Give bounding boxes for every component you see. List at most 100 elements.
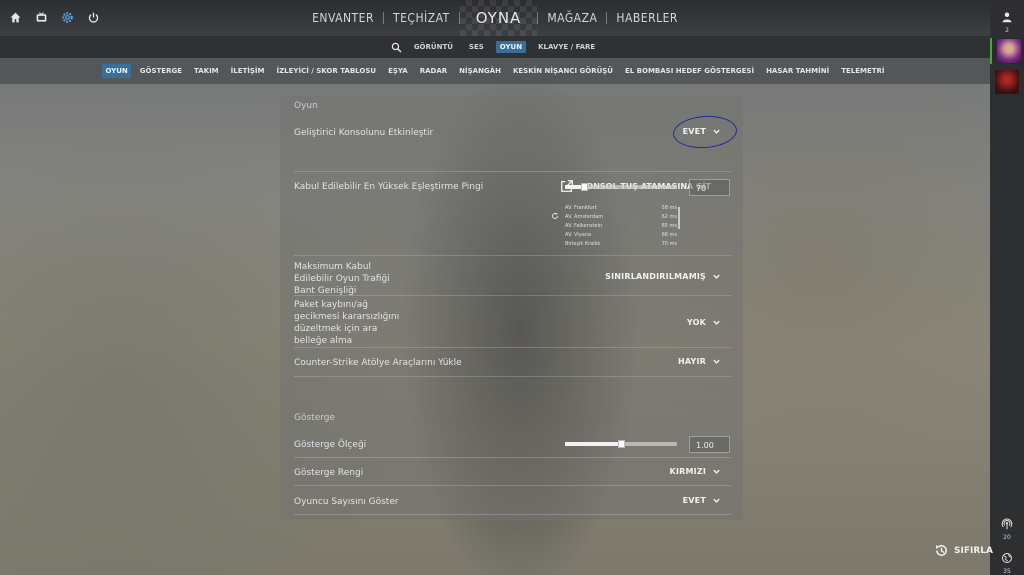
player-count-dropdown[interactable]: EVET [683, 496, 721, 505]
search-icon[interactable] [391, 38, 402, 57]
dropdown-value: EVET [682, 496, 706, 505]
refresh-icon[interactable] [551, 205, 559, 224]
dropdown-value: KIRMIZI [669, 467, 706, 476]
hud-scale-slider[interactable] [565, 440, 677, 448]
chevron-down-icon [713, 274, 720, 279]
tab-communication[interactable]: İLETİŞİM [228, 64, 268, 78]
dropdown-value: YOK [686, 318, 706, 327]
ping-list-scrollbar[interactable] [678, 207, 680, 229]
subnav-keyboard-mouse[interactable]: KLAVYE / FARE [534, 41, 599, 53]
dropdown-value: HAYIR [677, 357, 706, 366]
reset-label: SIFIRLA [954, 545, 993, 556]
workshop-row: Counter-Strike Atölye Araçlarını Yükle H… [294, 349, 731, 377]
broadcast-count: 20 [1003, 534, 1011, 541]
chevron-down-icon [713, 359, 720, 364]
buffering-label: Paket kaybını/ağ gecikmesi kararsızlığın… [294, 299, 399, 347]
player-count-row: Oyuncu Sayısını Göster EVET [294, 487, 731, 515]
main-nav: ENVANTER TEÇHİZAT OYNA MAĞAZA HABERLER [0, 0, 990, 36]
top-bar: ENVANTER TEÇHİZAT OYNA MAĞAZA HABERLER [0, 0, 990, 36]
list-item: AV. Viyana 66 ms [565, 231, 677, 240]
history-icon [935, 544, 947, 556]
tab-sniper-scope[interactable]: KESKİN NİŞANCI GÖRÜŞÜ [510, 64, 616, 78]
list-item: AV. Frankfurt 58 ms [565, 204, 677, 213]
ping-value-box[interactable]: 70 [689, 179, 730, 196]
nav-news[interactable]: HABERLER [607, 11, 687, 25]
friend-avatar-2[interactable] [995, 70, 1019, 94]
hud-color-row: Gösterge Rengi KIRMIZI [294, 459, 731, 486]
dev-console-row: Geliştirici Konsolunu Etkinleştir EVET K… [294, 119, 731, 192]
chevron-down-icon [713, 320, 720, 325]
hud-color-dropdown[interactable]: KIRMIZI [670, 467, 721, 476]
subnav-video[interactable]: GÖRÜNTÜ [410, 41, 457, 53]
server-name: Birleşik Krallık [565, 241, 601, 247]
tab-spectator-scoreboard[interactable]: İZLEYİCİ / SKOR TABLOSU [274, 64, 380, 78]
bandwidth-label: Maksimum Kabul Edilebilir Oyun Trafiği B… [294, 261, 390, 297]
tab-game[interactable]: OYUN [102, 64, 131, 78]
hud-scale-label: Gösterge Ölçeği [294, 440, 367, 450]
friend-avatar-1[interactable] [990, 38, 1024, 64]
tab-crosshair[interactable]: NİŞANGÂH [456, 64, 504, 78]
server-ping: 62 ms [661, 214, 677, 220]
server-name: AV. Viyana [565, 232, 592, 238]
tab-telemetry[interactable]: TELEMETRİ [838, 64, 887, 78]
nav-loadout[interactable]: TEÇHİZAT [384, 11, 459, 25]
broadcast-button[interactable]: 20 [990, 515, 1024, 541]
chevron-down-icon [713, 469, 720, 474]
ping-slider[interactable] [565, 183, 677, 191]
nav-inventory[interactable]: ENVANTER [303, 11, 383, 25]
lobby-button[interactable]: 35 [990, 549, 1024, 575]
bandwidth-dropdown[interactable]: SINIRLANDIRILMAMIŞ [605, 272, 721, 281]
buffering-label-line: belleğe alma [294, 336, 353, 346]
hud-scale-row: Gösterge Ölçeği 1.00 [294, 431, 731, 458]
game-settings-tabs: OYUN GÖSTERGE TAKIM İLETİŞİM İZLEYİCİ / … [0, 58, 990, 84]
slider-thumb[interactable] [617, 440, 625, 448]
workshop-label: Counter-Strike Atölye Araçlarını Yükle [294, 358, 462, 368]
avatar [997, 39, 1021, 63]
tab-team[interactable]: TAKIM [191, 64, 222, 78]
server-name: AV. Amsterdam [565, 214, 604, 220]
player-count-label: Oyuncu Sayısını Göster [294, 497, 399, 507]
nav-store[interactable]: MAĞAZA [538, 11, 606, 25]
dev-console-label: Geliştirici Konsolunu Etkinleştir [294, 128, 434, 138]
tab-grenade-crosshair[interactable]: EL BOMBASI HEDEF GÖSTERGESİ [622, 64, 757, 78]
tab-damage-prediction[interactable]: HASAR TAHMİNİ [763, 64, 832, 78]
bandwidth-label-line: Maksimum Kabul [294, 262, 371, 272]
ping-server-list: AV. Frankfurt 58 ms AV. Amsterdam 62 ms AV… [565, 204, 695, 249]
buffering-label-line: Paket kaybını/ağ [294, 300, 368, 310]
dropdown-value: SINIRLANDIRILMAMIŞ [605, 272, 706, 281]
tab-radar[interactable]: RADAR [417, 64, 450, 78]
friends-button[interactable]: 2 [990, 8, 1024, 34]
lobby-count: 35 [1003, 568, 1011, 575]
buffering-label-line: gecikmesi kararsızlığını [294, 312, 400, 322]
server-name: AV. Falkenstein [565, 223, 603, 229]
ping-label: Kabul Edilebilir En Yüksek Eşleştirme Pi… [294, 182, 484, 192]
server-ping: 66 ms [661, 232, 677, 238]
bandwidth-label-line: Edilebilir Oyun Trafiği [294, 274, 390, 284]
bandwidth-label-line: Bant Genişliği [294, 286, 357, 296]
tab-hud[interactable]: GÖSTERGE [137, 64, 185, 78]
friends-rail: 2 20 35 [990, 0, 1024, 575]
nav-play[interactable]: OYNA [460, 0, 538, 36]
person-icon [1002, 12, 1012, 23]
buffering-row: Paket kaybını/ağ gecikmesi kararsızlığın… [294, 297, 731, 348]
friends-count: 2 [1005, 27, 1009, 34]
subnav-audio[interactable]: SES [465, 41, 488, 53]
list-item: AV. Falkenstein 65 ms [565, 222, 677, 231]
bandwidth-row: Maksimum Kabul Edilebilir Oyun Trafiği B… [294, 257, 731, 296]
settings-panel: Oyun Geliştirici Konsolunu Etkinleştir E… [280, 95, 743, 520]
section-title-hud: Gösterge [294, 413, 336, 423]
hud-scale-value-box[interactable]: 1.00 [689, 436, 730, 453]
buffering-dropdown[interactable]: YOK [687, 318, 721, 327]
server-ping: 65 ms [661, 223, 677, 229]
chevron-down-icon [713, 498, 720, 503]
list-item: AV. Amsterdam 62 ms [565, 213, 677, 222]
slider-thumb[interactable] [580, 183, 588, 191]
server-ping: 58 ms [661, 205, 677, 211]
buffering-label-line: düzeltmek için ara [294, 324, 378, 334]
hud-color-label: Gösterge Rengi [294, 468, 364, 478]
subnav-game[interactable]: OYUN [495, 41, 527, 53]
reset-button[interactable]: SIFIRLA [934, 543, 993, 558]
tab-item[interactable]: EŞYA [385, 64, 411, 78]
workshop-dropdown[interactable]: HAYIR [678, 357, 721, 366]
server-name: AV. Frankfurt [565, 205, 597, 211]
